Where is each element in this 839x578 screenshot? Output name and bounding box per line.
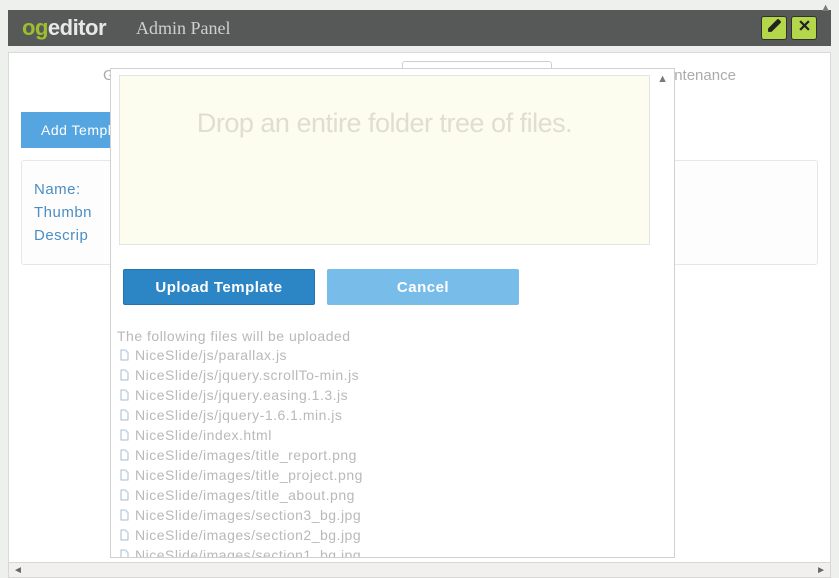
scroll-up-arrow-icon[interactable]: ▲ — [657, 73, 668, 85]
file-row: NiceSlide/index.html — [117, 426, 652, 444]
file-row: NiceSlide/images/section1_bg.jpg — [117, 546, 652, 558]
scroll-up-arrow-icon[interactable]: ▲ — [820, 2, 831, 14]
logo-og: og — [22, 15, 48, 40]
page-title: Admin Panel — [136, 18, 231, 39]
file-row: NiceSlide/js/jquery.easing.1.3.js — [117, 386, 652, 404]
modal-buttons: Upload Template Cancel — [123, 269, 519, 305]
file-path: NiceSlide/images/section3_bg.jpg — [135, 506, 361, 524]
scroll-right-arrow-icon[interactable]: ► — [816, 565, 826, 576]
file-path: NiceSlide/images/title_report.png — [135, 446, 357, 464]
file-path: NiceSlide/images/section1_bg.jpg — [135, 546, 361, 558]
app-header: ogeditor Admin Panel — [8, 10, 831, 46]
logo-editor: editor — [48, 15, 106, 40]
file-icon — [117, 448, 131, 462]
file-icon — [117, 528, 131, 542]
file-row: NiceSlide/js/jquery.scrollTo-min.js — [117, 366, 652, 384]
files-heading: The following files will be uploaded — [117, 328, 652, 344]
file-path: NiceSlide/images/section2_bg.jpg — [135, 526, 361, 544]
file-icon — [117, 388, 131, 402]
file-icon — [117, 348, 131, 362]
dropzone[interactable]: Drop an entire folder tree of files. — [119, 75, 650, 245]
file-row: NiceSlide/images/title_project.png — [117, 466, 652, 484]
file-icon — [117, 428, 131, 442]
file-icon — [117, 488, 131, 502]
file-row: NiceSlide/images/title_report.png — [117, 446, 652, 464]
cancel-button[interactable]: Cancel — [327, 269, 519, 305]
upload-template-button[interactable]: Upload Template — [123, 269, 315, 305]
file-row: NiceSlide/js/jquery-1.6.1.min.js — [117, 406, 652, 424]
horizontal-scrollbar[interactable]: ◄ ► — [8, 562, 831, 578]
file-path: NiceSlide/js/jquery-1.6.1.min.js — [135, 406, 342, 424]
file-icon — [117, 508, 131, 522]
file-row: NiceSlide/images/section3_bg.jpg — [117, 506, 652, 524]
edit-button[interactable] — [761, 16, 787, 40]
upload-modal: ▲ Drop an entire folder tree of files. U… — [110, 68, 675, 558]
file-icon — [117, 548, 131, 558]
scroll-left-arrow-icon[interactable]: ◄ — [13, 565, 23, 576]
file-icon — [117, 408, 131, 422]
file-row: NiceSlide/js/parallax.js — [117, 346, 652, 364]
file-icon — [117, 468, 131, 482]
file-path: NiceSlide/js/jquery.scrollTo-min.js — [135, 366, 359, 384]
file-path: NiceSlide/images/title_project.png — [135, 466, 363, 484]
file-icon — [117, 368, 131, 382]
file-path: NiceSlide/index.html — [135, 426, 272, 444]
close-icon — [797, 18, 812, 38]
files-list: The following files will be uploaded Nic… — [115, 324, 652, 557]
header-actions — [761, 16, 817, 40]
logo: ogeditor — [22, 15, 106, 41]
file-path: NiceSlide/js/parallax.js — [135, 346, 287, 364]
close-button[interactable] — [791, 16, 817, 40]
file-row: NiceSlide/images/section2_bg.jpg — [117, 526, 652, 544]
pencil-icon — [767, 18, 782, 38]
file-path: NiceSlide/images/title_about.png — [135, 486, 355, 504]
dropzone-text: Drop an entire folder tree of files. — [197, 108, 572, 139]
file-path: NiceSlide/js/jquery.easing.1.3.js — [135, 386, 348, 404]
file-row: NiceSlide/images/title_about.png — [117, 486, 652, 504]
